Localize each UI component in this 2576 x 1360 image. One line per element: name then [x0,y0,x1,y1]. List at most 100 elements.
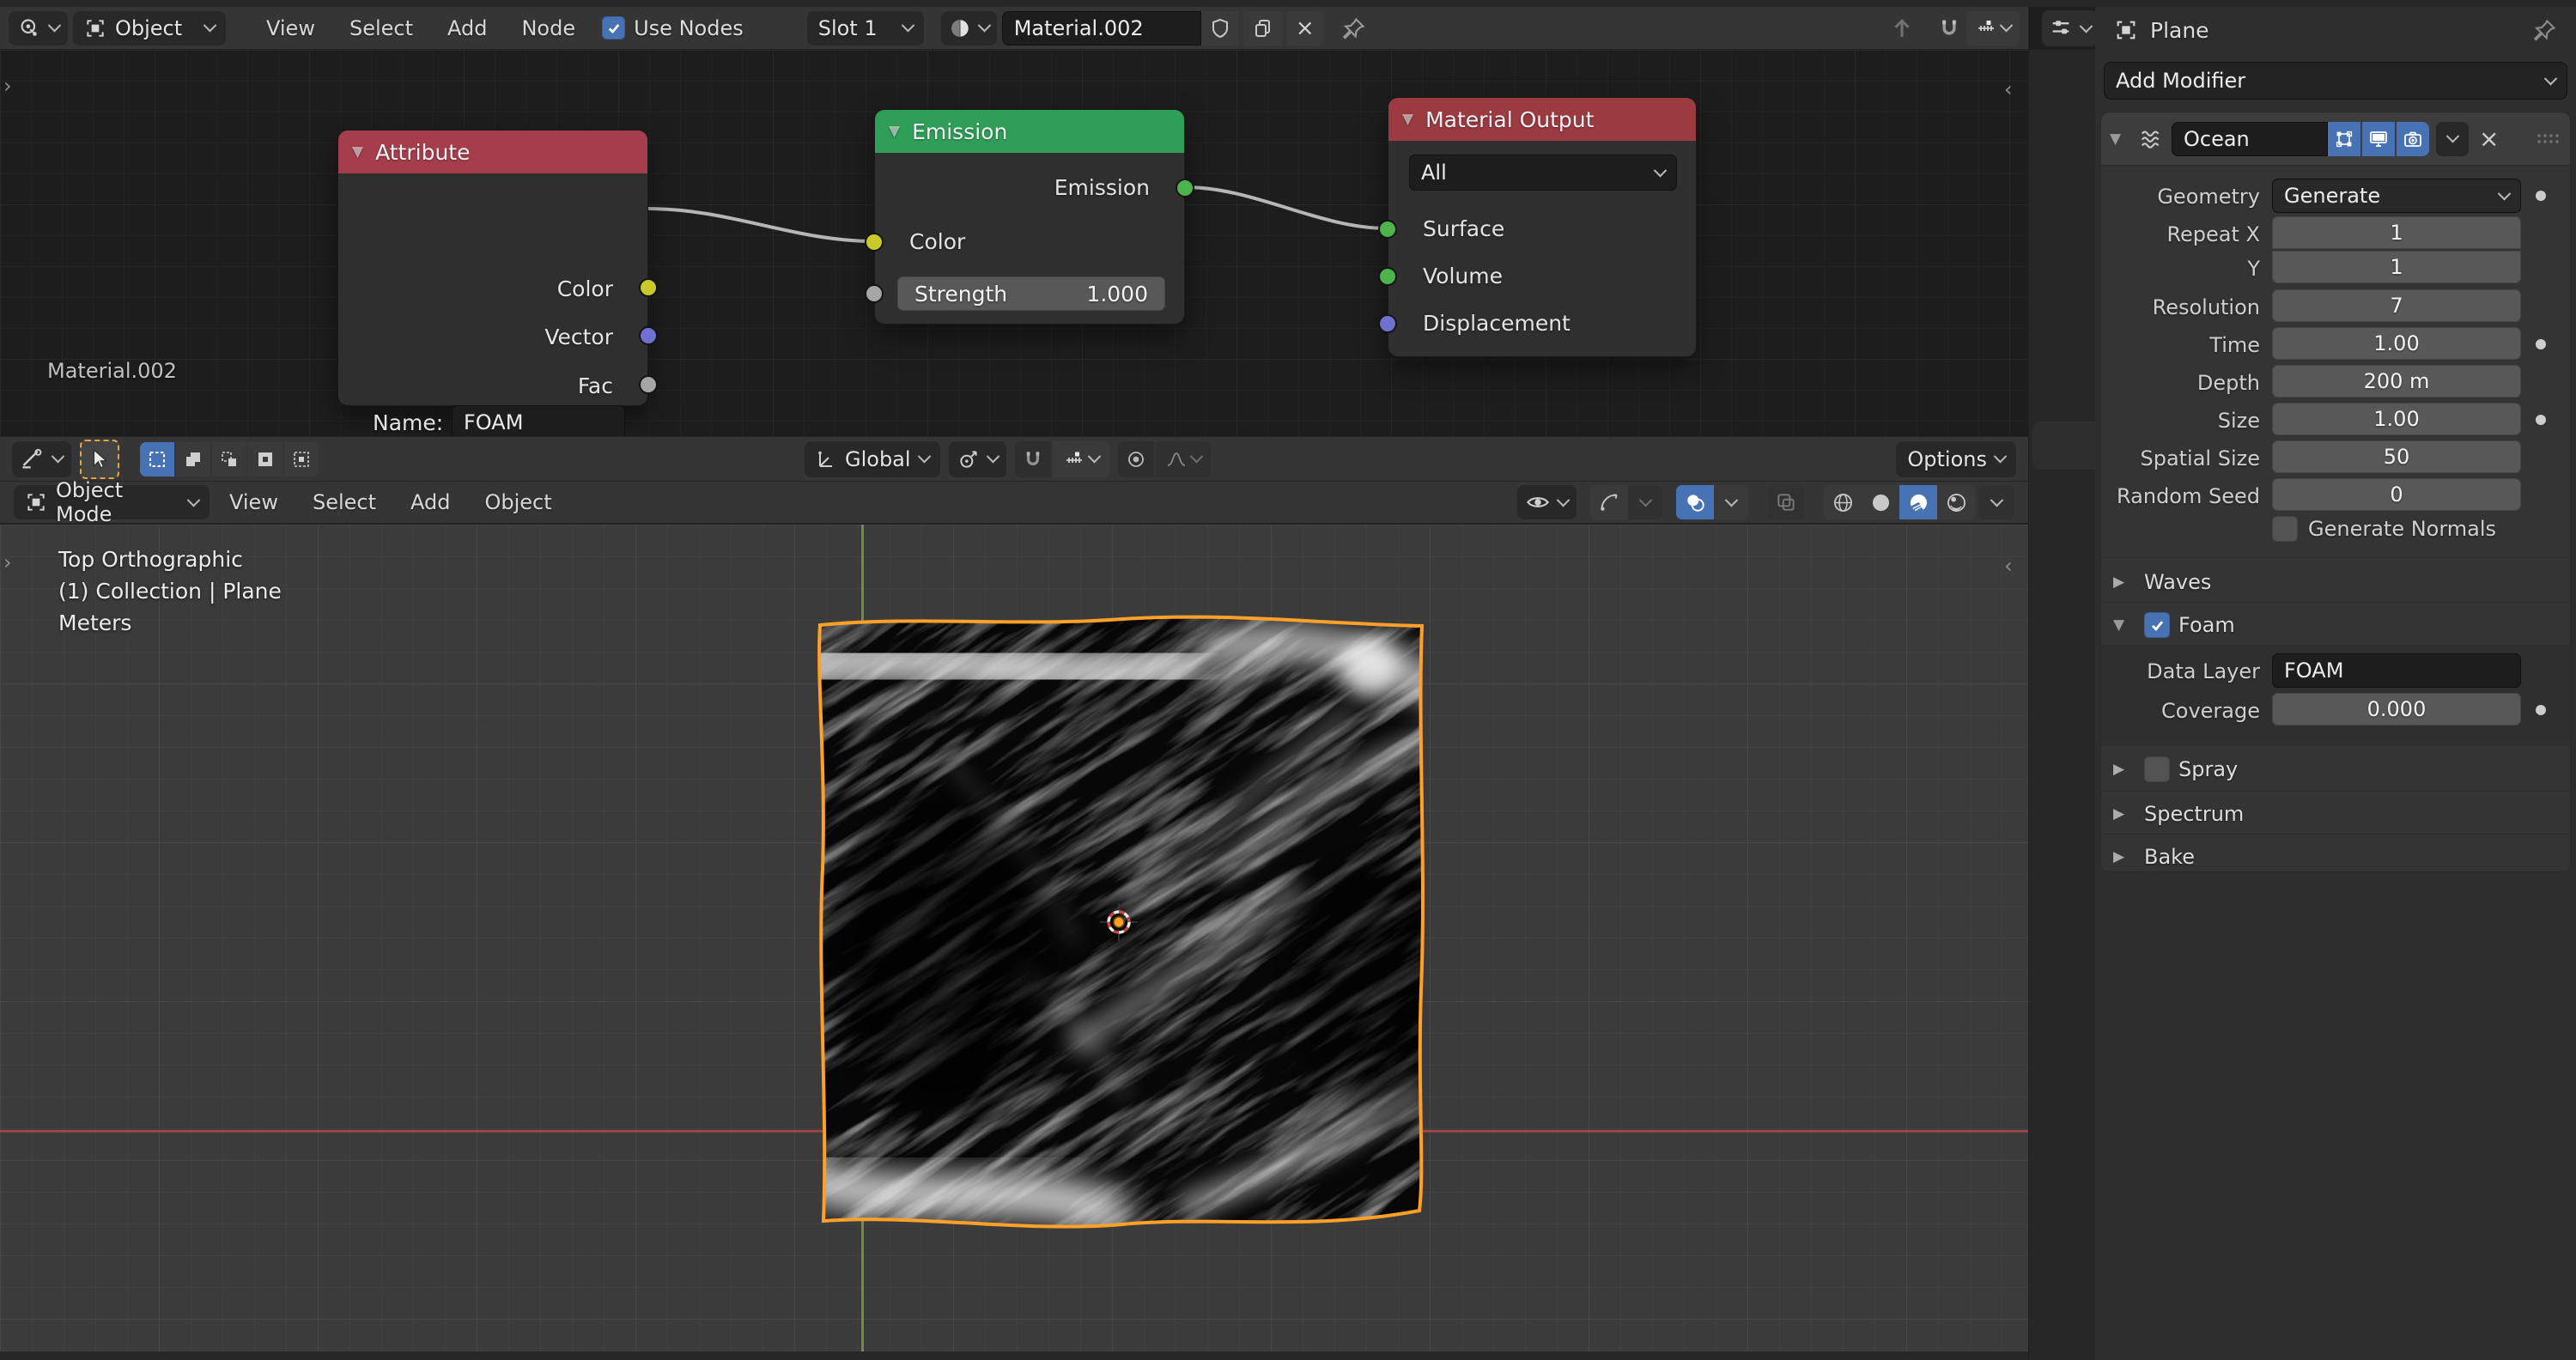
gizmos-toggle[interactable] [1590,485,1628,519]
browse-material-dropdown[interactable] [941,11,997,46]
pin-icon[interactable] [1342,16,1366,40]
proportional-editing-toggle[interactable] [1118,441,1154,477]
gizmos-dropdown[interactable] [1628,485,1662,519]
menu-node[interactable]: Node [507,11,590,46]
foam-checkbox-checked[interactable] [2144,612,2170,638]
add-modifier-dropdown[interactable]: Add Modifier [2104,62,2567,100]
socket-volume-input[interactable] [1378,267,1397,286]
select-mode-new-button[interactable] [140,442,174,477]
menu-add[interactable]: Add [433,11,501,46]
node-emission[interactable]: ▼ Emission Emission Color Strength 1.000 [874,109,1185,325]
menu-select[interactable]: Select [335,11,428,46]
shading-wireframe-button[interactable] [1824,485,1862,519]
spatial-size-field[interactable]: 50 [2272,440,2521,473]
select-mode-intersect-button[interactable] [284,442,319,477]
overlays-toggle[interactable] [1676,485,1714,519]
modifier-delete-button[interactable]: × [2476,124,2502,153]
use-nodes-toggle[interactable]: Use Nodes [602,16,744,40]
depth-field[interactable]: 200 m [2272,365,2521,398]
node-attribute-header[interactable]: ▼ Attribute [338,131,647,173]
node-material-output[interactable]: ▼ Material Output All Surface Volume Dis… [1388,97,1697,357]
toolbar-expand-chevron[interactable]: › [3,550,12,574]
tweak-select-tool-button[interactable] [80,440,119,479]
spray-checkbox-unchecked[interactable] [2144,756,2170,782]
snap-magnet-icon[interactable] [1937,16,1961,40]
node-editor-canvas[interactable]: › ‹ ▼ Attribute Color Vector Fac Name: [0,50,2028,436]
section-waves[interactable]: ▶ Waves [2113,564,2560,600]
coverage-field[interactable]: 0.000 [2272,693,2521,726]
socket-strength-input[interactable] [865,284,884,303]
snap-toggle-button[interactable] [1015,441,1051,477]
mode-dropdown[interactable]: Object Mode [14,485,210,519]
animate-dot[interactable] [2536,339,2546,349]
collapse-triangle-icon[interactable]: ▼ [1402,111,1413,128]
drag-grip-icon[interactable] [2536,130,2561,149]
section-bake[interactable]: ▶ Bake [2113,839,2560,875]
repeat-x-field[interactable]: 1 [2272,216,2521,249]
properties-editor-type-dropdown[interactable] [2042,10,2098,46]
socket-fac-output[interactable] [639,375,658,394]
collapse-triangle-icon[interactable]: ▼ [352,143,363,161]
shading-material-preview-button[interactable] [1899,485,1937,519]
repeat-y-field[interactable]: 1 [2272,251,2521,283]
display-editmode-toggle[interactable] [2328,122,2360,156]
select-mode-extend-button[interactable] [176,442,210,477]
new-material-button[interactable] [1244,11,1282,46]
proportional-falloff-dropdown[interactable] [1156,441,1211,477]
collapse-triangle-icon[interactable]: ▼ [889,123,900,140]
shading-dropdown[interactable] [1978,485,2014,519]
random-seed-field[interactable]: 0 [2272,478,2521,511]
editor-type-dropdown[interactable] [9,11,68,46]
shading-rendered-button[interactable] [1937,485,1975,519]
socket-color-input[interactable] [865,233,884,252]
node-attribute[interactable]: ▼ Attribute Color Vector Fac Name: FOAM [337,130,648,406]
options-dropdown[interactable]: Options [1896,441,2016,477]
unlink-material-button[interactable]: × [1287,11,1323,46]
overlays-dropdown[interactable] [1714,485,1748,519]
resolution-field[interactable]: 7 [2272,289,2521,322]
socket-vector-output[interactable] [639,326,658,345]
go-parent-node-icon[interactable] [1889,15,1915,41]
pivot-point-dropdown[interactable] [949,441,1006,477]
animate-dot[interactable] [2536,191,2546,201]
shading-solid-button[interactable] [1862,485,1899,519]
snap-settings-dropdown[interactable] [1966,11,2020,46]
pin-icon[interactable] [2533,18,2557,42]
sidebar-collapse-chevron[interactable]: ‹ [2004,554,2013,578]
xray-toggle[interactable] [1767,485,1805,519]
size-field[interactable]: 1.00 [2272,403,2521,435]
transform-orientation-dropdown[interactable]: Global [805,441,940,477]
shader-type-dropdown[interactable]: Object [73,11,226,46]
section-spectrum[interactable]: ▶ Spectrum [2113,796,2560,832]
menu-object[interactable]: Object [470,485,566,519]
data-layer-field[interactable]: FOAM [2272,653,2521,688]
display-render-toggle[interactable] [2397,122,2429,156]
select-mode-invert-button[interactable] [248,442,283,477]
menu-view[interactable]: View [252,11,330,46]
strength-slider[interactable]: Strength 1.000 [897,276,1165,311]
slot-dropdown[interactable]: Slot 1 [807,11,924,46]
node-emission-header[interactable]: ▼ Emission [875,110,1184,153]
section-foam[interactable]: ▼ Foam [2113,607,2560,643]
expand-triangle-icon[interactable]: ▼ [2110,131,2132,148]
socket-emission-output[interactable] [1176,179,1194,197]
fake-user-button[interactable] [1201,11,1239,46]
animate-dot[interactable] [2536,705,2546,715]
node-material-output-header[interactable]: ▼ Material Output [1388,98,1696,141]
modifier-extras-dropdown[interactable] [2436,122,2469,156]
viewport-canvas[interactable]: › ‹ Top Orthographic (1) Collection | Pl… [0,525,2028,1351]
attribute-name-field[interactable]: FOAM [452,405,625,436]
object-visibility-dropdown[interactable] [1517,485,1577,519]
menu-select[interactable]: Select [298,485,391,519]
snap-target-dropdown[interactable] [1053,441,1109,477]
material-name-field[interactable]: Material.002 [1002,11,1201,46]
socket-surface-input[interactable] [1378,220,1397,239]
menu-view[interactable]: View [215,485,293,519]
display-realtime-toggle[interactable] [2362,122,2395,156]
ocean-modifier-header[interactable]: ▼ Ocean × [2101,112,2570,166]
active-tool-dropdown[interactable] [12,441,71,477]
modifier-name-field[interactable]: Ocean [2172,122,2328,156]
socket-displacement-input[interactable] [1378,314,1397,333]
time-field[interactable]: 1.00 [2272,327,2521,360]
menu-add[interactable]: Add [396,485,465,519]
